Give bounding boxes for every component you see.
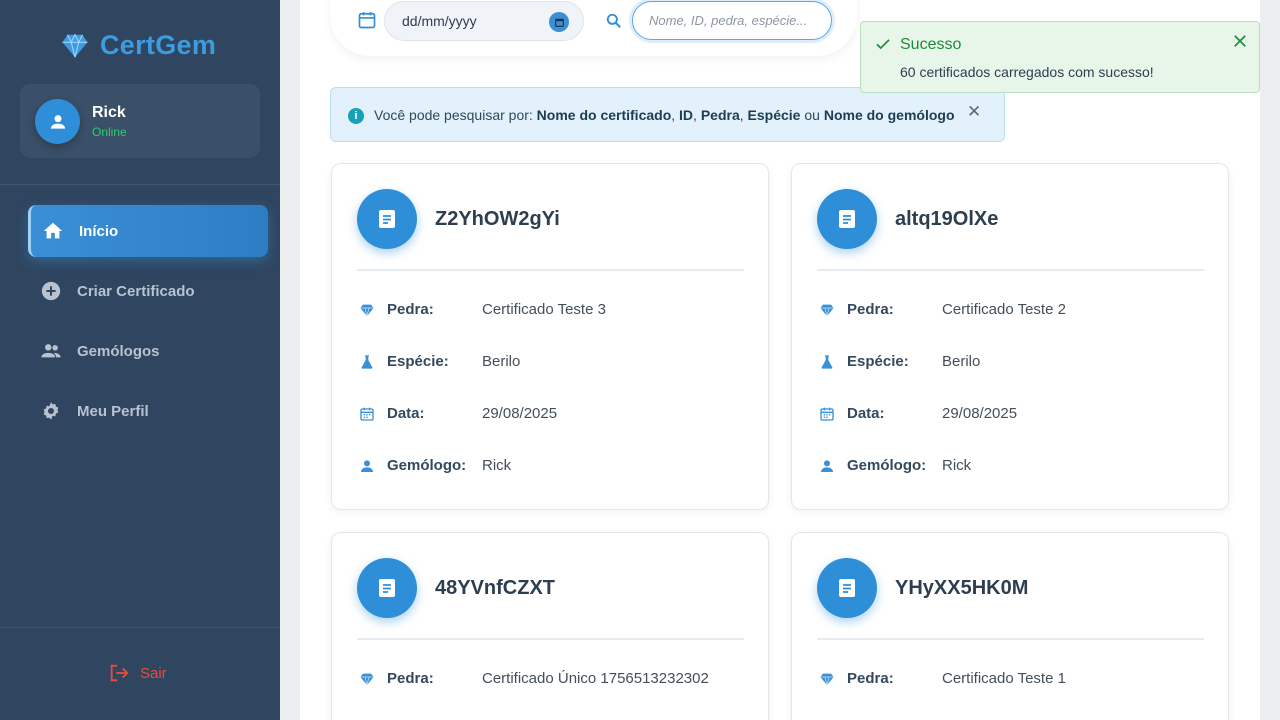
gemologo-value: Rick — [942, 457, 972, 474]
gemologo-row: Gemólogo: Rick — [357, 456, 757, 476]
sidebar: CertGem Rick Online Início Criar Certifi… — [0, 0, 280, 720]
certificate-card[interactable]: 48YVnfCZXT Pedra: Certificado Único 1756… — [331, 532, 769, 720]
pedra-value: Certificado Único 1756513232302 — [482, 670, 709, 687]
certificate-card[interactable]: Z2YhOW2gYi Pedra: Certificado Teste 3 Es… — [331, 163, 769, 510]
calendar-icon — [820, 407, 834, 421]
info-icon: i — [348, 108, 364, 124]
close-icon[interactable]: ✕ — [967, 103, 983, 120]
pedra-row: Pedra: Certificado Teste 1 — [817, 669, 1217, 689]
sidebar-item-label: Gemólogos — [77, 342, 160, 360]
gemologo-label: Gemólogo: — [847, 457, 927, 474]
date-filter-input[interactable]: dd/mm/yyyy — [384, 1, 584, 41]
brand[interactable]: CertGem — [60, 30, 216, 61]
user-status: Online — [92, 125, 127, 139]
logout-button[interactable]: Sair — [108, 662, 167, 684]
calendar-small-icon — [554, 18, 564, 27]
toast-title: Sucesso — [900, 36, 962, 53]
card-divider — [817, 269, 1204, 271]
certificate-card[interactable]: altq19OlXe Pedra: Certificado Teste 2 Es… — [791, 163, 1229, 510]
user-icon — [821, 460, 833, 472]
sidebar-item-criar-certificado[interactable]: Criar Certificado — [28, 265, 268, 317]
sidebar-divider — [0, 184, 280, 185]
home-icon — [43, 222, 63, 239]
pedra-row: Pedra: Certificado Único 1756513232302 — [357, 669, 757, 689]
gem-icon — [820, 673, 834, 686]
sidebar-item-meu-perfil[interactable]: Meu Perfil — [28, 385, 268, 437]
pedra-value: Certificado Teste 1 — [942, 670, 1066, 687]
data-row: Data: 29/08/2025 — [817, 404, 1217, 424]
gem-icon — [62, 32, 88, 57]
calendar-icon[interactable] — [357, 10, 377, 30]
document-icon — [817, 558, 877, 618]
flask-icon — [361, 355, 373, 369]
close-icon[interactable] — [1231, 32, 1249, 50]
document-icon — [357, 558, 417, 618]
pedra-label: Pedra: — [387, 670, 434, 687]
gem-icon — [820, 304, 834, 317]
data-label: Data: — [387, 405, 425, 422]
gemologo-row: Gemólogo: Rick — [817, 456, 1217, 476]
sidebar-divider — [0, 627, 280, 628]
data-row: Data: 29/08/2025 — [357, 404, 757, 424]
sidebar-item-label: Início — [79, 222, 119, 240]
user-icon — [361, 460, 373, 472]
especie-value: Berilo — [942, 353, 981, 370]
especie-value: Berilo — [482, 353, 521, 370]
people-icon — [41, 344, 61, 358]
logout-icon — [110, 664, 129, 682]
certificate-card[interactable]: YHyXX5HK0M Pedra: Certificado Teste 1 — [791, 532, 1229, 720]
calendar-icon — [360, 407, 374, 421]
success-toast: Sucesso 60 certificados carregados com s… — [860, 21, 1260, 93]
info-text: Você pode pesquisar por: Nome do certifi… — [374, 107, 955, 123]
pedra-row: Pedra: Certificado Teste 2 — [817, 300, 1217, 320]
card-divider — [817, 638, 1204, 640]
add-circle-icon — [41, 281, 61, 301]
flask-icon — [821, 355, 833, 369]
data-value: 29/08/2025 — [482, 405, 558, 422]
search-input[interactable] — [632, 1, 832, 40]
brand-name: CertGem — [100, 30, 217, 60]
gem-icon — [360, 304, 374, 317]
avatar — [35, 99, 80, 144]
sidebar-item-gemologos[interactable]: Gemólogos — [28, 325, 268, 377]
data-value: 29/08/2025 — [942, 405, 1018, 422]
check-icon — [876, 39, 890, 50]
pedra-label: Pedra: — [847, 301, 894, 318]
certificate-id: altq19OlXe — [895, 208, 999, 230]
especie-row: Espécie: Berilo — [817, 352, 1217, 372]
pedra-value: Certificado Teste 3 — [482, 301, 606, 318]
date-picker-icon[interactable] — [549, 12, 569, 32]
pedra-row: Pedra: Certificado Teste 3 — [357, 300, 757, 320]
gem-icon — [360, 673, 374, 686]
logout-label: Sair — [140, 664, 167, 682]
user-card: Rick Online — [20, 84, 260, 158]
certificate-id: 48YVnfCZXT — [435, 577, 556, 599]
document-icon — [817, 189, 877, 249]
toast-message: 60 certificados carregados com sucesso! — [900, 64, 1154, 80]
user-icon — [50, 114, 65, 129]
data-label: Data: — [847, 405, 885, 422]
sidebar-item-label: Criar Certificado — [77, 282, 195, 300]
sidebar-item-label: Meu Perfil — [77, 402, 149, 420]
gemologo-label: Gemólogo: — [387, 457, 467, 474]
card-divider — [357, 638, 744, 640]
gear-icon — [43, 402, 59, 420]
gemologo-value: Rick — [482, 457, 512, 474]
date-placeholder: dd/mm/yyyy — [402, 13, 477, 29]
certificate-id: Z2YhOW2gYi — [435, 208, 560, 230]
especie-row: Espécie: Berilo — [357, 352, 757, 372]
especie-label: Espécie: — [387, 353, 449, 370]
info-alert: i Você pode pesquisar por: Nome do certi… — [330, 87, 1005, 142]
card-divider — [357, 269, 744, 271]
document-icon — [357, 189, 417, 249]
pedra-value: Certificado Teste 2 — [942, 301, 1066, 318]
sidebar-item-inicio[interactable]: Início — [28, 205, 268, 257]
certificate-id: YHyXX5HK0M — [895, 577, 1029, 599]
search-icon — [606, 13, 621, 28]
user-name: Rick — [92, 104, 126, 121]
pedra-label: Pedra: — [847, 670, 894, 687]
especie-label: Espécie: — [847, 353, 909, 370]
pedra-label: Pedra: — [387, 301, 434, 318]
